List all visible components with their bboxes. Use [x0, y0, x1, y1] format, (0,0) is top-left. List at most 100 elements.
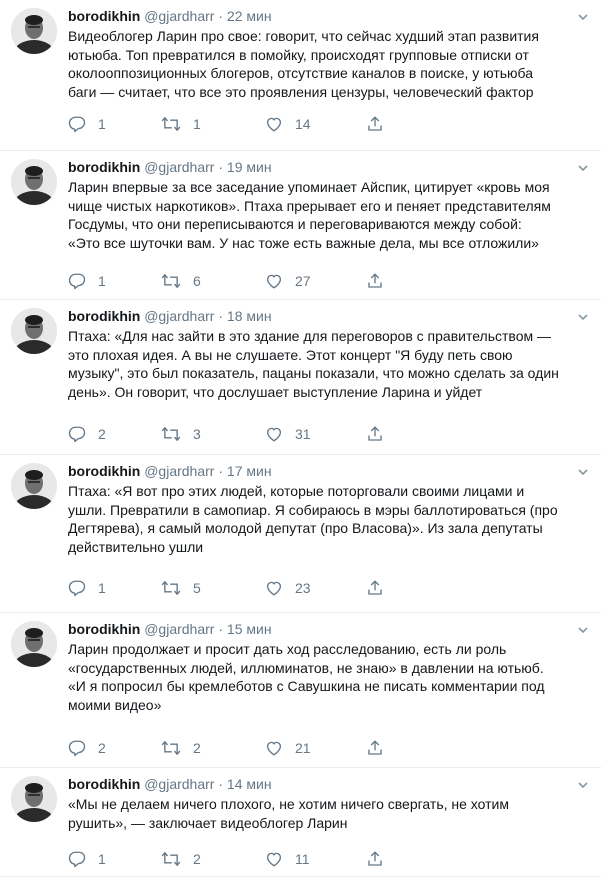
tweet-header: borodikhin @gjardharr · 17 мин — [68, 462, 272, 481]
reply-icon — [68, 850, 86, 868]
username[interactable]: borodikhin — [68, 308, 140, 324]
tweet-text: Птаха: «Для нас зайти в это здание для п… — [68, 327, 584, 401]
reply-button[interactable]: 2 — [68, 738, 106, 758]
like-button[interactable]: 23 — [265, 578, 311, 598]
reply-count: 1 — [98, 580, 106, 596]
separator-dot: · — [218, 8, 224, 24]
like-button[interactable]: 31 — [265, 424, 311, 444]
tweet-text-line: Видеоблогер Ларин про свое: говорит, что… — [68, 28, 539, 44]
tweet[interactable]: borodikhin @gjardharr · 22 мин Видеоблоге… — [0, 0, 601, 151]
tweet-text-line: Ларин впервые за все заседание упоминает… — [68, 179, 550, 195]
avatar[interactable] — [11, 159, 57, 205]
username[interactable]: borodikhin — [68, 776, 140, 792]
share-icon — [366, 272, 384, 290]
heart-icon — [265, 115, 283, 133]
share-icon — [366, 739, 384, 757]
timestamp[interactable]: 14 мин — [227, 776, 272, 792]
timestamp[interactable]: 22 мин — [227, 8, 272, 24]
reply-button[interactable]: 1 — [68, 114, 106, 134]
user-handle[interactable]: @gjardharr — [144, 159, 214, 175]
tweet-text: «Мы не делаем ничего плохого, не хотим н… — [68, 795, 584, 832]
chevron-down-icon[interactable] — [577, 623, 589, 635]
chevron-down-icon[interactable] — [577, 310, 589, 322]
share-button[interactable] — [366, 114, 384, 134]
tweet-header: borodikhin @gjardharr · 22 мин — [68, 7, 272, 26]
tweet[interactable]: borodikhin @gjardharr · 14 мин «Мы не дел… — [0, 768, 601, 877]
retweet-button[interactable]: 5 — [161, 578, 201, 598]
retweet-button[interactable]: 6 — [161, 271, 201, 291]
tweet-text: Птаха: «Я вот про этих людей, которые по… — [68, 482, 584, 556]
retweet-button[interactable]: 2 — [161, 849, 201, 869]
username[interactable]: borodikhin — [68, 621, 140, 637]
share-button[interactable] — [366, 578, 384, 598]
chevron-down-icon[interactable] — [577, 161, 589, 173]
reply-icon — [68, 425, 86, 443]
retweet-count: 6 — [193, 273, 201, 289]
tweet[interactable]: borodikhin @gjardharr · 19 мин Ларин впер… — [0, 151, 601, 300]
tweet-text-line: «И я попросил бы кремлеботов с Савушкина… — [68, 678, 545, 694]
tweet-text-line: чище чистых наркотиков». Птаха прерывает… — [68, 197, 551, 214]
user-handle[interactable]: @gjardharr — [144, 776, 214, 792]
separator-dot: · — [218, 463, 224, 479]
separator-dot: · — [218, 776, 224, 792]
timestamp[interactable]: 15 мин — [227, 621, 272, 637]
chevron-down-icon[interactable] — [577, 10, 589, 22]
tweet-text-line: день». Он говорит, что дослушает выступл… — [68, 383, 483, 400]
like-button[interactable]: 11 — [265, 849, 310, 869]
chevron-down-icon[interactable] — [577, 465, 589, 477]
like-count: 27 — [295, 273, 311, 289]
reply-count: 1 — [98, 851, 106, 867]
reply-button[interactable]: 1 — [68, 578, 106, 598]
username[interactable]: borodikhin — [68, 463, 140, 479]
retweet-icon — [161, 115, 181, 133]
retweet-count: 2 — [193, 740, 201, 756]
tweet-text-line: ютьюба. Топ превратился в помойку, проис… — [68, 46, 529, 63]
share-button[interactable] — [366, 849, 384, 869]
like-button[interactable]: 21 — [265, 738, 311, 758]
tweet[interactable]: borodikhin @gjardharr · 17 мин Птаха: «Я … — [0, 455, 601, 613]
reply-button[interactable]: 1 — [68, 849, 106, 869]
reply-count: 1 — [98, 116, 106, 132]
avatar[interactable] — [11, 308, 57, 354]
like-button[interactable]: 27 — [265, 271, 311, 291]
tweet-text-line: «Это все шуточки вам. У нас тоже есть ва… — [68, 234, 539, 251]
user-handle[interactable]: @gjardharr — [144, 621, 214, 637]
tweet-header: borodikhin @gjardharr · 14 мин — [68, 775, 272, 794]
avatar[interactable] — [11, 8, 57, 54]
avatar[interactable] — [11, 463, 57, 509]
user-handle[interactable]: @gjardharr — [144, 308, 214, 324]
avatar[interactable] — [11, 776, 57, 822]
chevron-down-icon[interactable] — [577, 778, 589, 790]
avatar[interactable] — [11, 621, 57, 667]
tweet-header: borodikhin @gjardharr · 18 мин — [68, 307, 272, 326]
reply-count: 2 — [98, 740, 106, 756]
timestamp[interactable]: 19 мин — [227, 159, 272, 175]
reply-icon — [68, 579, 86, 597]
tweet[interactable]: borodikhin @gjardharr · 15 мин Ларин прод… — [0, 613, 601, 768]
user-handle[interactable]: @gjardharr — [144, 463, 214, 479]
timestamp[interactable]: 18 мин — [227, 308, 272, 324]
timestamp[interactable]: 17 мин — [227, 463, 272, 479]
username[interactable]: borodikhin — [68, 159, 140, 175]
share-icon — [366, 425, 384, 443]
like-button[interactable]: 14 — [265, 114, 311, 134]
reply-button[interactable]: 2 — [68, 424, 106, 444]
share-button[interactable] — [366, 271, 384, 291]
tweet-text-line: действительно ушли — [68, 538, 204, 555]
reply-count: 2 — [98, 426, 106, 442]
like-count: 11 — [295, 851, 310, 867]
retweet-button[interactable]: 3 — [161, 424, 201, 444]
tweet-text-line: «Мы не делаем ничего плохого, не хотим н… — [68, 796, 509, 812]
heart-icon — [265, 739, 283, 757]
retweet-button[interactable]: 1 — [161, 114, 201, 134]
share-button[interactable] — [366, 424, 384, 444]
username[interactable]: borodikhin — [68, 8, 140, 24]
tweet-text-line: моими видео» — [68, 696, 162, 713]
retweet-button[interactable]: 2 — [161, 738, 201, 758]
tweet[interactable]: borodikhin @gjardharr · 18 мин Птаха: «Дл… — [0, 300, 601, 455]
share-button[interactable] — [366, 738, 384, 758]
like-count: 23 — [295, 580, 311, 596]
reply-button[interactable]: 1 — [68, 271, 106, 291]
user-handle[interactable]: @gjardharr — [144, 8, 214, 24]
tweet-text-line: музыку", это был показатель, пацаны пока… — [68, 365, 559, 381]
